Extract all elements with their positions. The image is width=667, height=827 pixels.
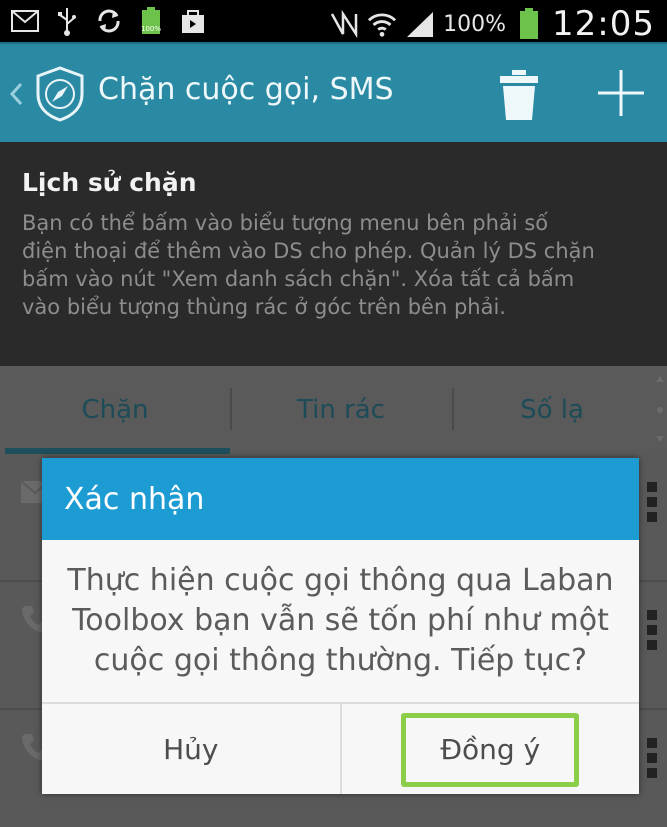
info-line: điện thoại để thêm vào DS cho phép. Quản… xyxy=(22,239,595,263)
signal-icon xyxy=(405,9,435,39)
overflow-menu-icon[interactable] xyxy=(647,482,657,522)
battery-icon xyxy=(514,8,544,39)
mail-icon xyxy=(10,6,40,36)
status-bar-system: 100% 12:05 xyxy=(329,4,655,44)
dialog-message: Thực hiện cuộc gọi thông qua Laban Toolb… xyxy=(42,540,639,702)
back-chevron-icon[interactable] xyxy=(8,82,24,110)
app-title: Chặn cuộc gọi, SMS xyxy=(98,72,394,107)
info-line: bấm vào nút "Xem danh sách chặn". Xóa tấ… xyxy=(22,267,575,291)
battery-charging-icon: 100% xyxy=(136,6,166,36)
trash-icon[interactable] xyxy=(498,68,540,126)
info-line: Bạn có thể bấm vào biểu tượng menu bên p… xyxy=(22,211,549,235)
dialog-header: Xác nhận xyxy=(42,458,639,540)
info-panel: Lịch sử chặn Bạn có thể bấm vào biểu tượ… xyxy=(0,142,667,366)
info-line: vào biểu tượng thùng rác ở góc trên bên … xyxy=(22,295,506,319)
sync-icon xyxy=(94,6,124,36)
tab-so-la[interactable]: Số lạ xyxy=(452,366,652,454)
tab-tin-rac[interactable]: Tin rác xyxy=(230,366,452,454)
battery-percent: 100% xyxy=(443,11,507,37)
tab-chan[interactable]: Chặn xyxy=(0,366,230,454)
shield-compass-icon[interactable] xyxy=(30,64,90,124)
info-description: Bạn có thể bấm vào biểu tượng menu bên p… xyxy=(22,209,645,321)
tab-bar: Chặn Tin rác Số lạ xyxy=(0,366,667,454)
status-bar-notifications: 100% xyxy=(10,6,208,36)
status-bar: 100% 100% 12:05 xyxy=(0,0,667,44)
dialog-title: Xác nhận xyxy=(64,481,205,517)
cancel-button[interactable]: Hủy xyxy=(42,704,340,794)
overflow-menu-icon[interactable] xyxy=(647,610,657,650)
action-bar: Chặn cuộc gọi, SMS xyxy=(0,42,667,142)
dialog-message-line: Toolbox bạn vẫn sẽ tốn phí như một xyxy=(72,603,609,638)
tab-scroll-indicator[interactable] xyxy=(653,366,667,454)
dialog-message-line: cuộc gọi thông thường. Tiếp tục? xyxy=(93,643,588,678)
nfc-icon xyxy=(329,9,359,39)
usb-icon xyxy=(52,6,82,36)
bag-icon xyxy=(178,6,208,36)
overflow-menu-icon[interactable] xyxy=(647,738,657,778)
svg-text:100%: 100% xyxy=(141,25,161,33)
dialog-message-line: Thực hiện cuộc gọi thông qua Laban xyxy=(67,563,614,598)
info-title: Lịch sử chặn xyxy=(22,168,197,197)
add-icon[interactable] xyxy=(596,68,646,122)
wifi-icon xyxy=(367,9,397,39)
clock: 12:05 xyxy=(552,4,655,44)
ok-button-highlight xyxy=(401,713,579,787)
